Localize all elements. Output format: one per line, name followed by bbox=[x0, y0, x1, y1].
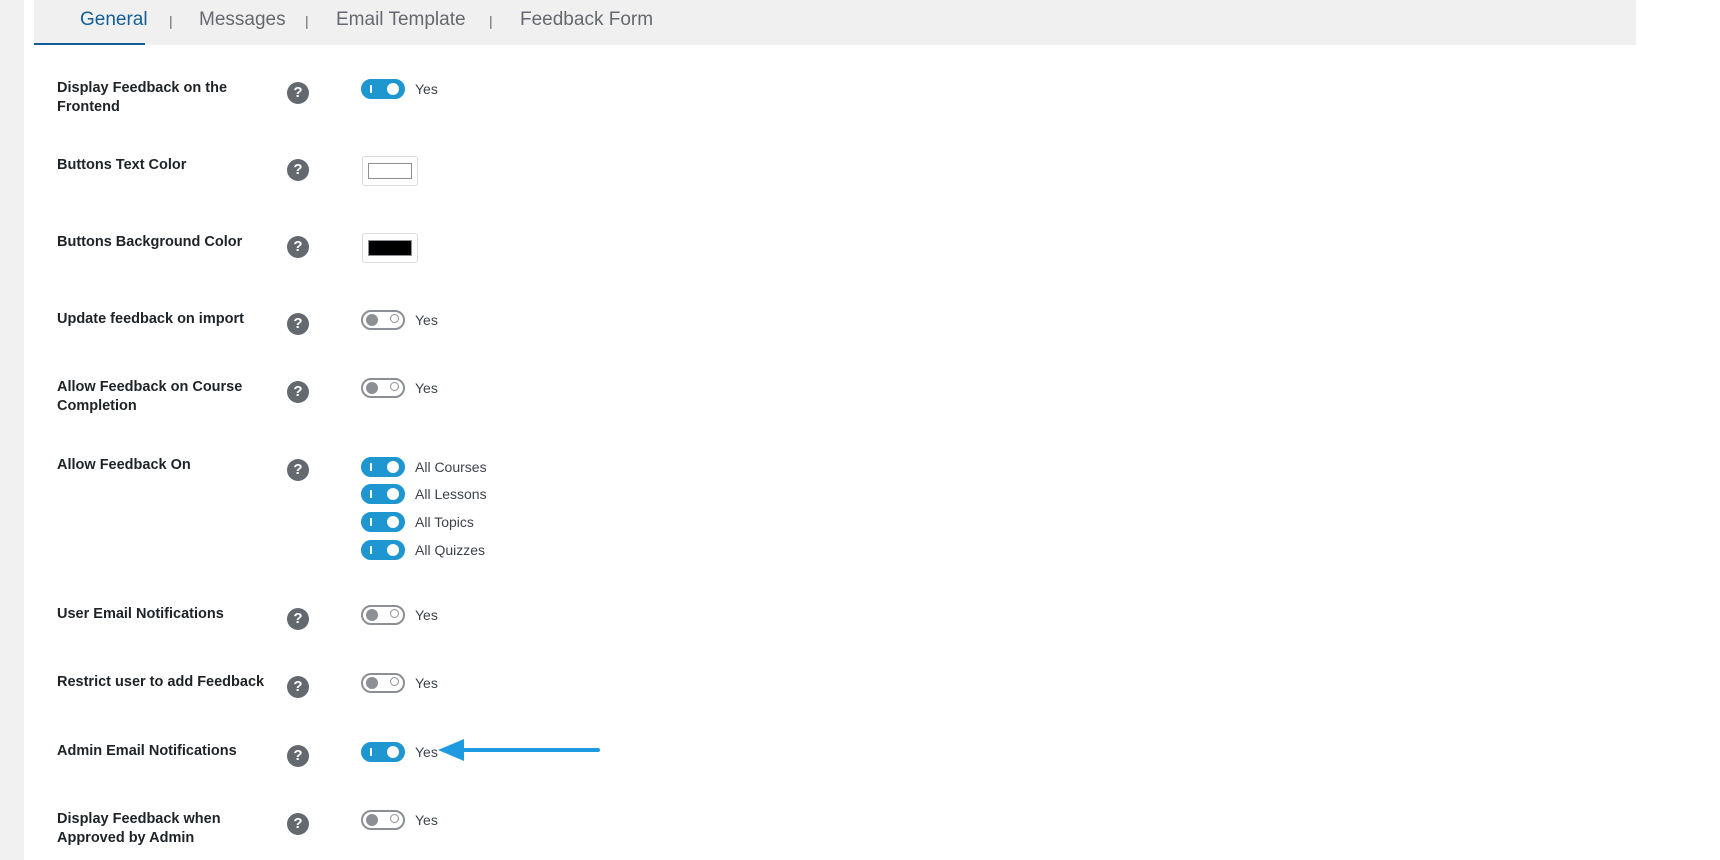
help-icon[interactable]: ? bbox=[287, 459, 309, 481]
allow-feedback-all-lessons-toggle[interactable] bbox=[361, 484, 405, 504]
toggle-knob bbox=[387, 461, 399, 473]
allow-feedback-all-courses-option: All Courses bbox=[415, 459, 487, 475]
user-email-notifications-option: Yes bbox=[415, 607, 438, 623]
restrict-user-add-feedback-label: Restrict user to add Feedback bbox=[57, 674, 265, 690]
toggle-knob bbox=[366, 609, 378, 621]
admin-email-notifications-toggle[interactable] bbox=[361, 742, 405, 762]
display-feedback-frontend-toggle[interactable] bbox=[361, 79, 405, 99]
allow-feedback-all-quizzes-option: All Quizzes bbox=[415, 542, 486, 558]
toggle-knob bbox=[366, 314, 378, 326]
toggle-knob bbox=[387, 488, 399, 500]
toggle-on-indicator bbox=[370, 463, 372, 471]
tab-separator: | bbox=[169, 13, 173, 29]
allow-feedback-all-courses-toggle[interactable] bbox=[361, 457, 405, 477]
update-feedback-import-label: Update feedback on import bbox=[57, 311, 244, 327]
help-icon[interactable]: ? bbox=[287, 82, 309, 104]
allow-feedback-course-completion-option: Yes bbox=[415, 380, 438, 396]
buttons-background-color-picker[interactable] bbox=[362, 233, 418, 263]
tab-separator: | bbox=[489, 13, 493, 29]
help-icon[interactable]: ? bbox=[287, 813, 309, 835]
update-feedback-import-option: Yes bbox=[415, 312, 438, 328]
help-icon[interactable]: ? bbox=[287, 236, 309, 258]
toggle-on-indicator bbox=[370, 85, 372, 93]
settings-panel bbox=[24, 0, 1720, 860]
toggle-knob bbox=[366, 677, 378, 689]
display-feedback-frontend-label: Display Feedback on the Frontend bbox=[57, 80, 228, 115]
toggle-on-indicator bbox=[370, 490, 372, 498]
toggle-off-indicator bbox=[390, 382, 399, 391]
help-icon[interactable]: ? bbox=[287, 159, 309, 181]
display-feedback-frontend-option: Yes bbox=[415, 81, 438, 97]
toggle-off-indicator bbox=[390, 314, 399, 323]
toggle-knob bbox=[387, 544, 399, 556]
toggle-knob bbox=[387, 746, 399, 758]
admin-email-notifications-option: Yes bbox=[415, 744, 438, 760]
display-feedback-approved-option: Yes bbox=[415, 812, 438, 828]
user-email-notifications-label: User Email Notifications bbox=[57, 606, 224, 622]
allow-feedback-all-topics-option: All Topics bbox=[415, 514, 474, 530]
restrict-user-add-feedback-toggle[interactable] bbox=[361, 673, 405, 693]
toggle-knob bbox=[366, 814, 378, 826]
allow-feedback-on-label: Allow Feedback On bbox=[57, 457, 191, 473]
allow-feedback-course-completion-label: Allow Feedback on Course Completion bbox=[57, 379, 243, 414]
tab-messages[interactable]: Messages bbox=[199, 9, 286, 31]
admin-email-notifications-label: Admin Email Notifications bbox=[57, 743, 237, 759]
display-feedback-approved-label: Display Feedback when Approved by Admin bbox=[57, 811, 221, 846]
toggle-off-indicator bbox=[390, 677, 399, 686]
help-icon[interactable]: ? bbox=[287, 676, 309, 698]
annotation-arrow-icon bbox=[438, 739, 600, 761]
allow-feedback-all-topics-toggle[interactable] bbox=[361, 512, 405, 532]
buttons-text-color-swatch bbox=[368, 163, 412, 179]
toggle-knob bbox=[387, 83, 399, 95]
active-tab-underline bbox=[34, 43, 145, 45]
allow-feedback-course-completion-toggle[interactable] bbox=[361, 378, 405, 398]
toggle-off-indicator bbox=[390, 814, 399, 823]
update-feedback-import-toggle[interactable] bbox=[361, 310, 405, 330]
toggle-off-indicator bbox=[390, 609, 399, 618]
buttons-text-color-picker[interactable] bbox=[362, 156, 418, 186]
help-icon[interactable]: ? bbox=[287, 745, 309, 767]
toggle-on-indicator bbox=[370, 748, 372, 756]
restrict-user-add-feedback-option: Yes bbox=[415, 675, 438, 691]
help-icon[interactable]: ? bbox=[287, 381, 309, 403]
tab-separator: | bbox=[305, 13, 309, 29]
allow-feedback-all-quizzes-toggle[interactable] bbox=[361, 540, 405, 560]
toggle-on-indicator bbox=[370, 518, 372, 526]
toggle-knob bbox=[387, 516, 399, 528]
toggle-on-indicator bbox=[370, 546, 372, 554]
display-feedback-approved-toggle[interactable] bbox=[361, 810, 405, 830]
user-email-notifications-toggle[interactable] bbox=[361, 605, 405, 625]
tab-general[interactable]: General bbox=[80, 9, 148, 31]
tab-email-template[interactable]: Email Template bbox=[336, 9, 466, 31]
buttons-background-color-label: Buttons Background Color bbox=[57, 234, 243, 250]
tab-feedback-form[interactable]: Feedback Form bbox=[520, 9, 653, 31]
help-icon[interactable]: ? bbox=[287, 313, 309, 335]
buttons-background-color-swatch bbox=[368, 240, 412, 256]
toggle-knob bbox=[366, 382, 378, 394]
help-icon[interactable]: ? bbox=[287, 608, 309, 630]
allow-feedback-all-lessons-option: All Lessons bbox=[415, 486, 487, 502]
buttons-text-color-label: Buttons Text Color bbox=[57, 157, 187, 173]
